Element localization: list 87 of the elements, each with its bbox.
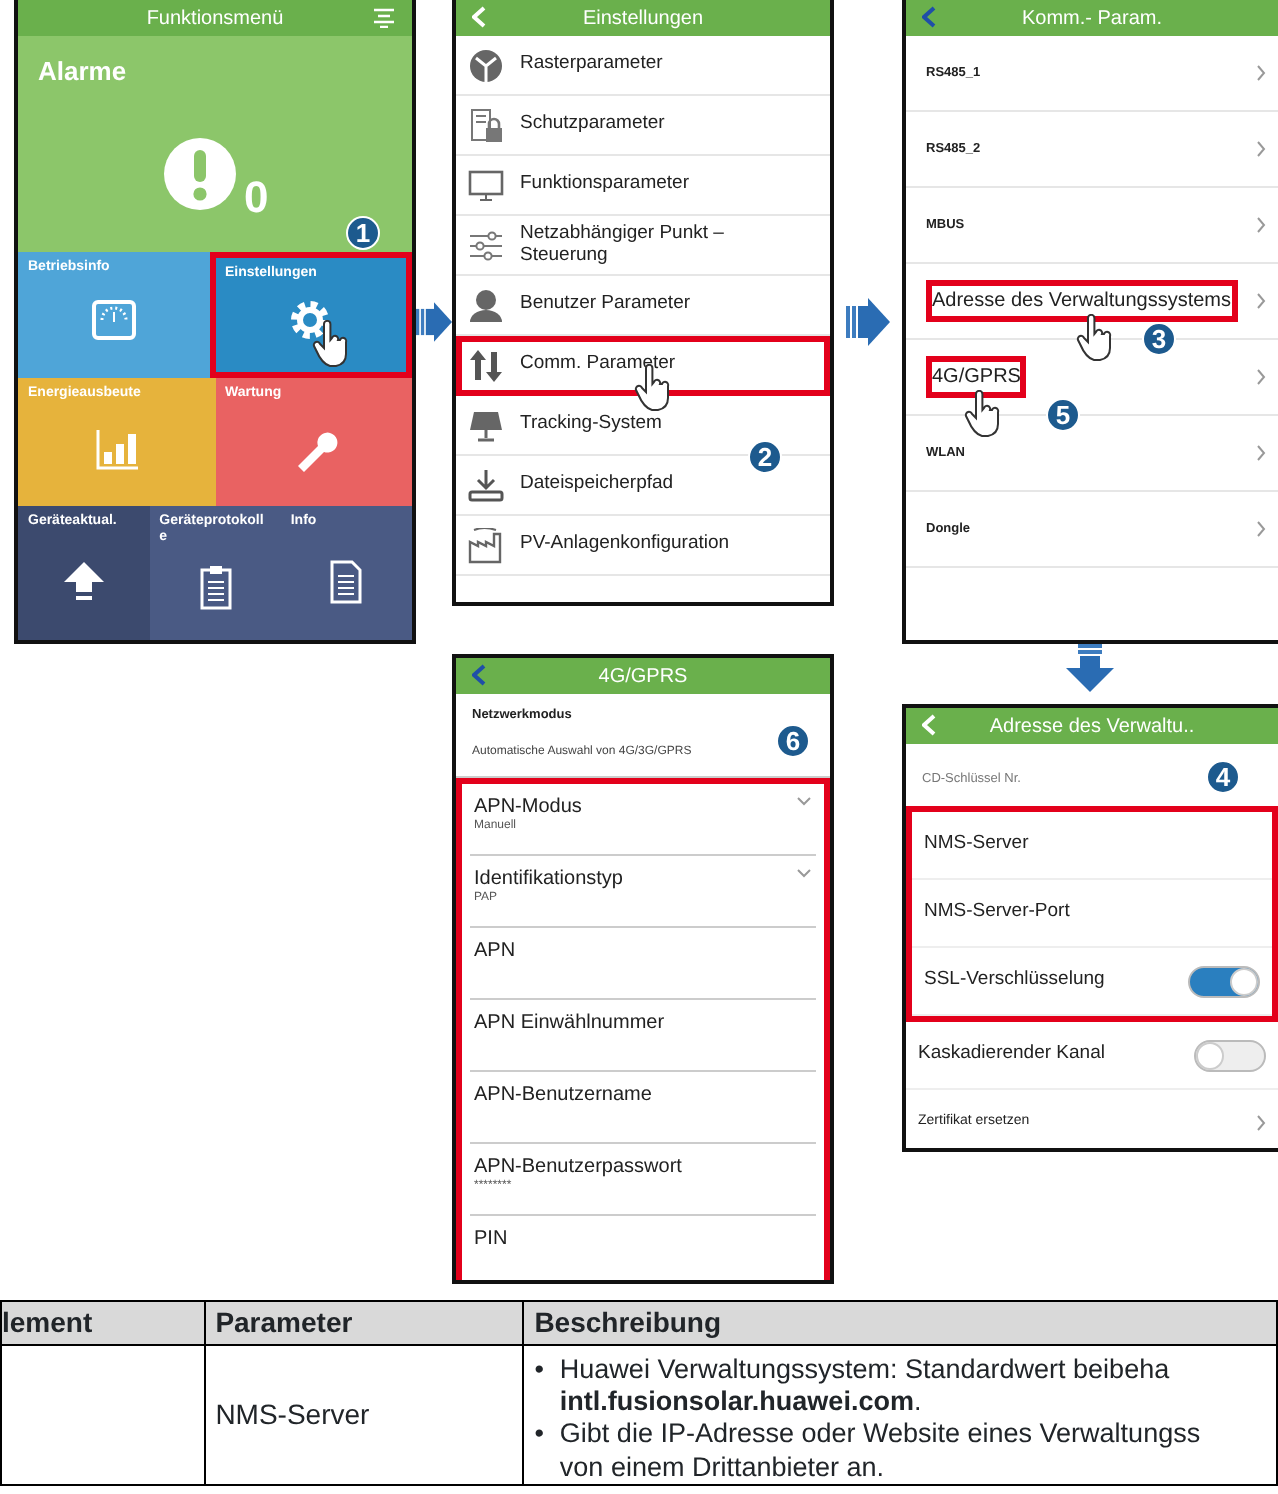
form-field[interactable]: PIN — [470, 1216, 816, 1280]
right-arrow-icon — [416, 298, 452, 346]
form-field[interactable]: APN Einwählnummer — [470, 1000, 816, 1072]
settings-item-label: Tracking-System — [520, 414, 662, 436]
back-icon[interactable] — [472, 664, 486, 686]
field-label: PIN — [474, 1228, 508, 1250]
param-item[interactable]: Adresse des Verwaltungssystems — [926, 280, 1238, 322]
hand-cursor-icon — [962, 390, 1002, 438]
alarm-label: Alarme — [38, 54, 127, 90]
setting-label: NMS-Server — [924, 830, 1029, 859]
dropdown-caret-icon[interactable] — [796, 796, 812, 806]
settings-item[interactable]: Netzabhängiger Punkt – Steuerung — [456, 216, 830, 276]
description-text: Gibt die IP-Adresse oder Website eines Verwaltungss von einem Drittanbieter an. — [559, 1418, 1201, 1484]
step-number-badge: 1 — [346, 216, 380, 250]
settings-item-label: Rasterparameter — [520, 54, 663, 76]
toggle-switch[interactable] — [1194, 1039, 1266, 1071]
settings-item[interactable]: Benutzer Parameter — [456, 276, 830, 336]
alarm-tile[interactable]: Alarme 0 1 — [18, 36, 412, 253]
step-number-badge: 5 — [1046, 398, 1080, 432]
chevron-right-icon[interactable] — [1256, 444, 1266, 462]
settings-item[interactable]: Rasterparameter — [456, 36, 830, 96]
dropdown-caret-icon[interactable] — [796, 868, 812, 878]
factory-icon — [468, 527, 504, 563]
setting-label: NMS-Server-Port — [924, 898, 1070, 927]
step-number-badge: 3 — [1142, 322, 1176, 356]
header-title: Funktionsmenü — [146, 5, 284, 33]
field-label: APN Einwählnummer — [474, 1012, 665, 1034]
step-number-badge: 4 — [1206, 760, 1240, 794]
download-tray-icon — [468, 467, 504, 503]
chevron-right-icon[interactable] — [1256, 368, 1266, 386]
toggle-switch[interactable] — [1188, 965, 1260, 997]
table-cell: NMS-Server — [204, 1345, 524, 1485]
alert-icon — [162, 136, 238, 212]
person-icon — [468, 287, 504, 323]
header-title: Komm.- Param. — [1021, 5, 1162, 33]
chevron-right-icon[interactable] — [1256, 292, 1266, 310]
settings-item-label: Dateispeicherpfad — [520, 474, 674, 496]
chevron-right-icon[interactable] — [1256, 520, 1266, 538]
step-number-badge: 6 — [776, 724, 810, 758]
settings-item-label: Benutzer Parameter — [520, 294, 691, 316]
form-field[interactable]: APN — [470, 928, 816, 1000]
alarm-count: 0 — [244, 176, 269, 220]
solar-panel-icon — [468, 407, 504, 443]
settings-item-label: Schutzparameter — [520, 114, 665, 136]
setting-label: SSL-Verschlüsselung — [924, 966, 1105, 995]
field-label: APN-Modus — [474, 796, 582, 818]
upload-arrow-icon — [59, 557, 108, 606]
down-arrow-icon — [1066, 644, 1114, 692]
hand-cursor-icon — [1074, 314, 1114, 362]
document-lock-icon — [468, 107, 504, 143]
settings-item-label: Netzabhängiger Punkt – Steuerung — [520, 224, 726, 266]
chevron-right-icon[interactable] — [1256, 1114, 1266, 1132]
header-title: Adresse des Verwaltu.. — [989, 713, 1195, 741]
bullet-marker: • — [534, 1354, 544, 1388]
form-field[interactable]: APN-Benutzername — [470, 1072, 816, 1144]
settings-item[interactable]: Comm. Parameter — [456, 336, 830, 396]
settings-item[interactable]: PV-Anlagenkonfiguration — [456, 516, 830, 576]
bullet-marker: • — [534, 1418, 544, 1453]
settings-item[interactable]: Funktionsparameter — [456, 156, 830, 216]
menu-icon[interactable] — [372, 6, 396, 28]
header-title: Einstellungen — [582, 5, 704, 33]
bar-chart-icon — [92, 425, 141, 474]
up-down-arrows-icon — [468, 347, 504, 383]
settings-item-label: Funktionsparameter — [520, 174, 689, 196]
field-label: APN-Benutzerpasswort — [474, 1156, 682, 1178]
monitor-icon — [468, 167, 504, 203]
hand-cursor-icon — [310, 320, 351, 369]
settings-item-label: PV-Anlagenkonfiguration — [520, 534, 730, 556]
chevron-right-icon[interactable] — [1256, 140, 1266, 158]
column-header: Beschreibung — [523, 1301, 1277, 1345]
settings-item[interactable]: Schutzparameter — [456, 96, 830, 156]
param-item[interactable]: 4G/GPRS — [926, 356, 1027, 398]
column-header: lement — [1, 1301, 205, 1345]
column-header: Parameter — [204, 1301, 524, 1345]
sliders-icon — [468, 227, 504, 263]
back-icon[interactable] — [922, 6, 936, 28]
field-label: APN-Benutzername — [474, 1084, 652, 1106]
setting-label: Kaskadierender Kanal — [918, 1040, 1105, 1069]
settings-item-label: Comm. Parameter — [520, 354, 676, 376]
chevron-right-icon[interactable] — [1256, 216, 1266, 234]
header-title: 4G/GPRS — [598, 663, 688, 691]
step-number-badge: 2 — [748, 440, 782, 474]
field-label: APN — [474, 940, 516, 962]
chevron-right-icon[interactable] — [1256, 64, 1266, 82]
field-label: Identifikationstyp — [474, 868, 623, 890]
description-text: Huawei Verwaltungssystem: Standardwert beibeha intl.fusionsolar.huawei.com. — [559, 1354, 1170, 1419]
right-arrow-icon — [846, 298, 890, 346]
